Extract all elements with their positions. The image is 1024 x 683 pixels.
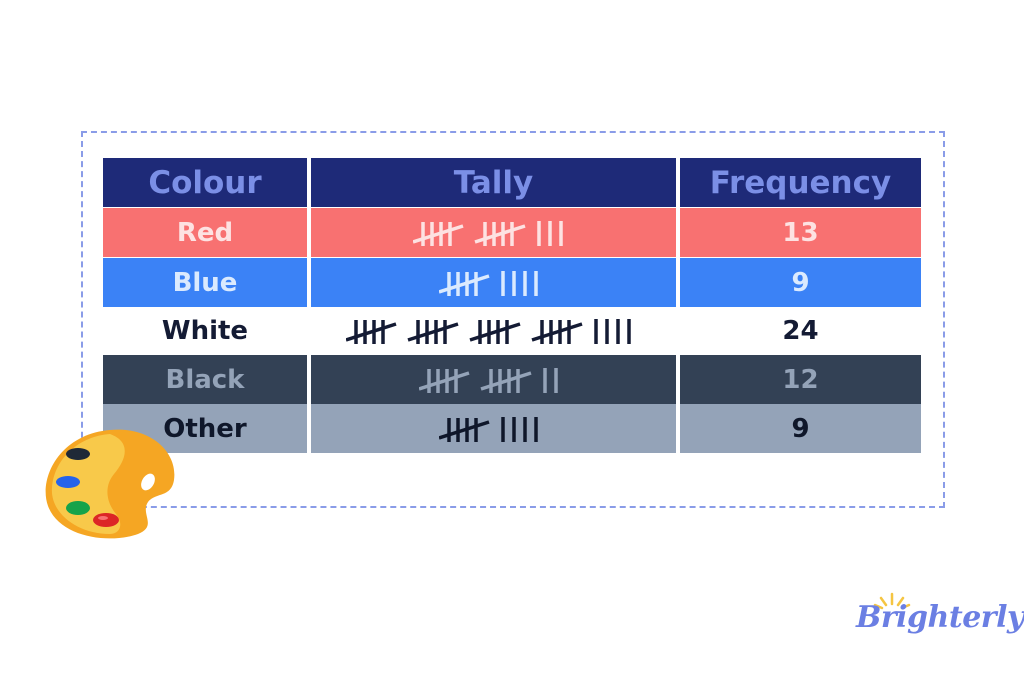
- tally-marks: [345, 319, 631, 344]
- header-frequency: Frequency: [680, 158, 921, 207]
- colour-cell: Red: [103, 208, 307, 257]
- frequency-cell: 24: [680, 307, 921, 355]
- tally-stroke: [345, 322, 397, 342]
- tally-stroke: [474, 223, 526, 244]
- tally-marks: [438, 416, 538, 442]
- frequency-cell: 13: [680, 208, 921, 257]
- tally-cell: [311, 258, 676, 307]
- colour-cell: White: [103, 307, 307, 355]
- frequency-cell: 9: [680, 404, 921, 453]
- tally-cell: [311, 355, 676, 404]
- colour-cell: Black: [103, 355, 307, 404]
- colour-cell: Blue: [103, 258, 307, 307]
- frequency-cell: 12: [680, 355, 921, 404]
- table-row: Red 13: [103, 208, 921, 257]
- table-row: Other 9: [103, 404, 921, 453]
- tally-cell: [311, 307, 676, 355]
- tally-stroke: [406, 322, 459, 342]
- brand-logo: Brighterly: [852, 590, 1024, 646]
- tally-stroke: [468, 322, 521, 342]
- header-tally: Tally: [311, 158, 676, 207]
- tally-stroke: [438, 419, 490, 440]
- frequency-cell: 9: [680, 258, 921, 307]
- brand-name: Brighterly: [856, 600, 1024, 635]
- tally-stroke: [418, 370, 470, 391]
- tally-marks: [413, 220, 563, 246]
- table-row: White 24: [103, 307, 921, 355]
- tally-marks: [418, 367, 558, 393]
- table-row: Blue 9: [103, 258, 921, 307]
- table-row: Black 12: [103, 355, 921, 404]
- tally-cell: [311, 208, 676, 257]
- tally-stroke: [413, 223, 464, 244]
- tally-cell: [311, 404, 676, 453]
- tally-stroke: [438, 273, 490, 294]
- tally-stroke: [479, 370, 532, 391]
- tally-marks: [438, 270, 538, 296]
- table-header-row: Colour Tally Frequency: [103, 158, 921, 207]
- header-colour: Colour: [103, 158, 307, 207]
- paint-palette-icon: [45, 429, 175, 539]
- tally-stroke: [530, 322, 583, 342]
